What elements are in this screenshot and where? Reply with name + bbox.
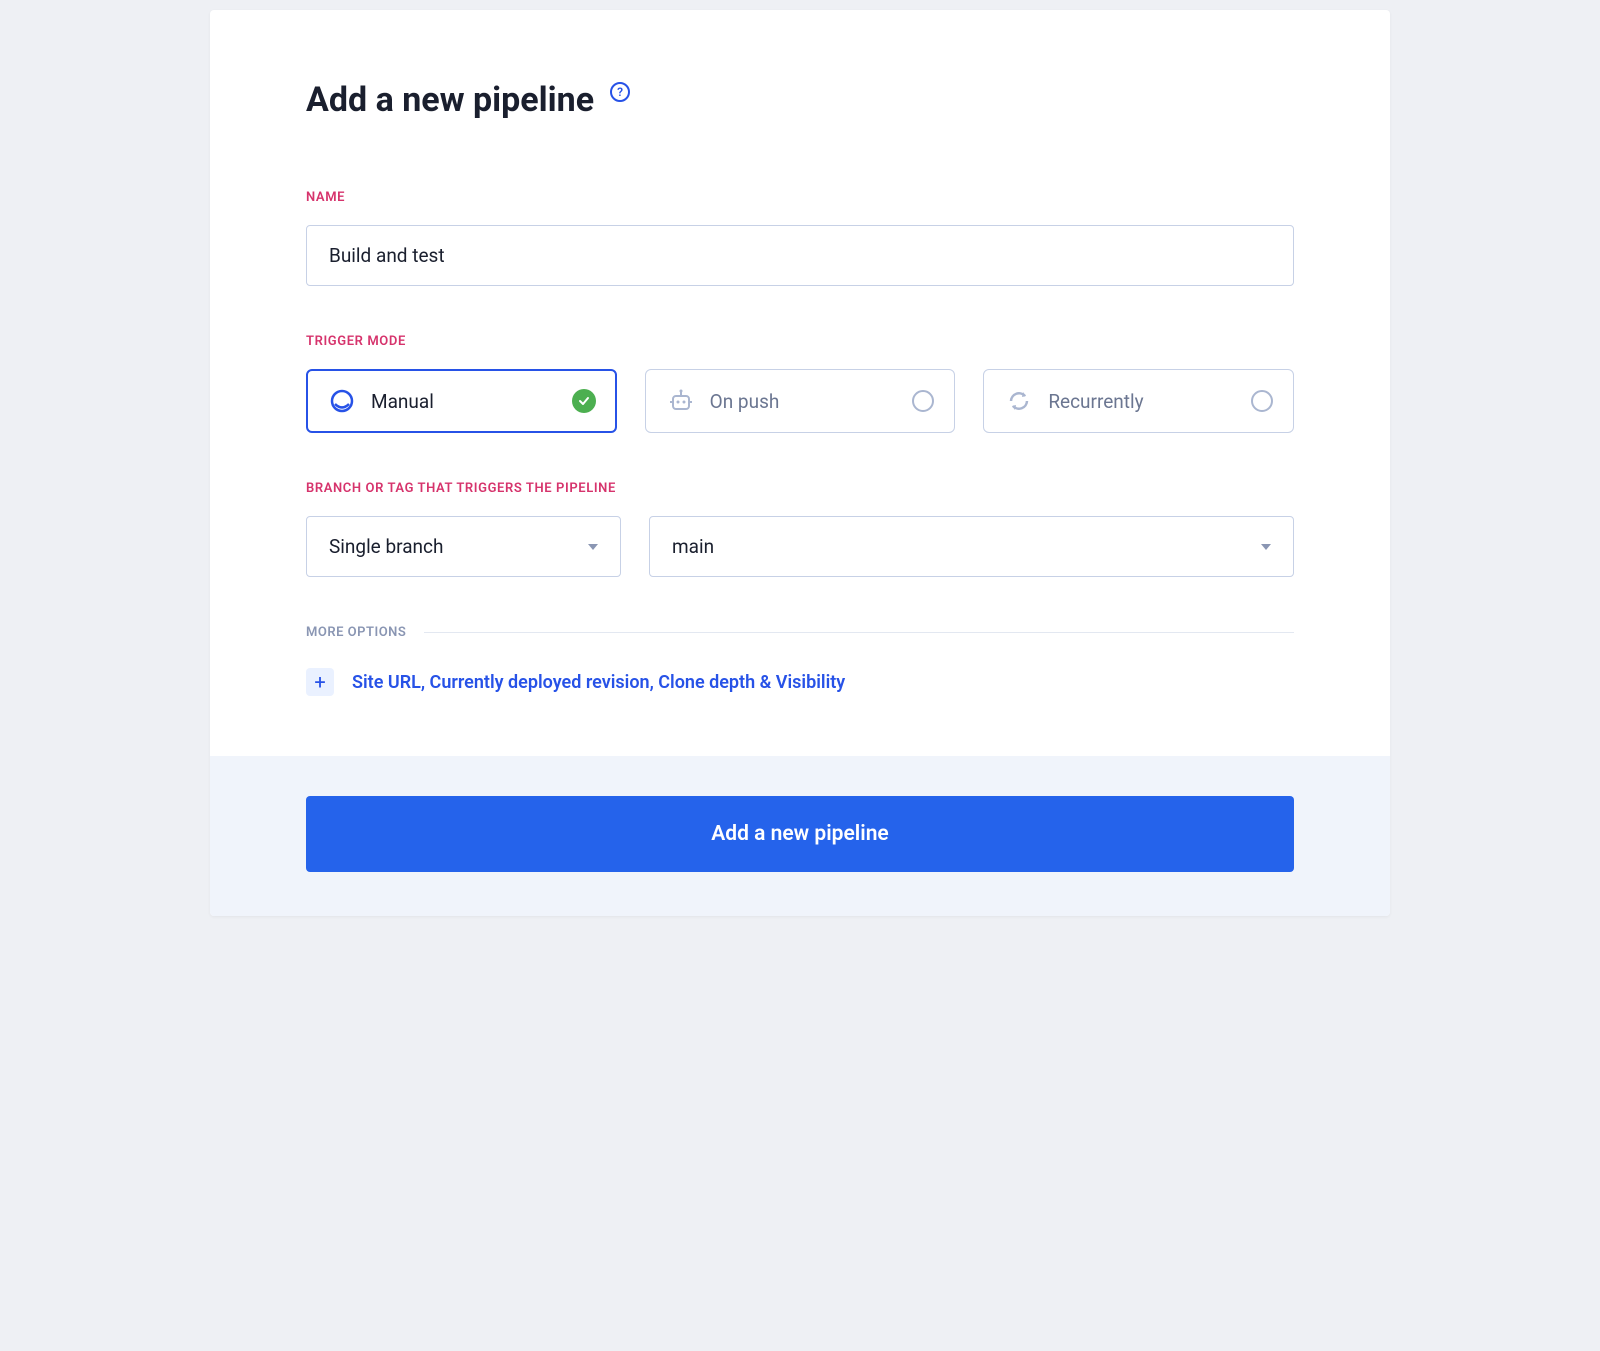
manual-icon <box>327 386 357 416</box>
trigger-mode-section: TRIGGER MODE Manual <box>306 334 1294 433</box>
radio-unchecked-icon <box>1251 390 1273 412</box>
robot-icon <box>666 386 696 416</box>
more-options-label: MORE OPTIONS <box>306 625 406 640</box>
sync-icon <box>1004 386 1034 416</box>
branch-scope-value: Single branch <box>329 535 443 558</box>
trigger-label-manual: Manual <box>371 390 558 413</box>
trigger-option-manual[interactable]: Manual <box>306 369 617 433</box>
radio-unchecked-icon <box>912 390 934 412</box>
trigger-label-recurrently: Recurrently <box>1048 390 1237 413</box>
chevron-down-icon <box>588 544 598 550</box>
branch-row: Single branch main <box>306 516 1294 577</box>
chevron-down-icon <box>1261 544 1271 550</box>
divider <box>424 632 1294 633</box>
trigger-mode-label: TRIGGER MODE <box>306 334 1294 349</box>
name-section: NAME <box>306 190 1294 286</box>
branch-name-select[interactable]: main <box>649 516 1294 577</box>
trigger-option-recurrently[interactable]: Recurrently <box>983 369 1294 433</box>
expand-more-options[interactable]: + Site URL, Currently deployed revision,… <box>306 668 1294 696</box>
trigger-label-on-push: On push <box>710 390 899 413</box>
check-icon <box>572 389 596 413</box>
branch-section: BRANCH OR TAG THAT TRIGGERS THE PIPELINE… <box>306 481 1294 577</box>
more-options-header: MORE OPTIONS <box>306 625 1294 640</box>
help-icon[interactable]: ? <box>610 82 630 102</box>
form-content: Add a new pipeline ? NAME TRIGGER MODE M… <box>210 10 1390 756</box>
expand-text: Site URL, Currently deployed revision, C… <box>352 672 845 693</box>
trigger-mode-grid: Manual <box>306 369 1294 433</box>
title-row: Add a new pipeline ? <box>306 80 1294 120</box>
branch-label: BRANCH OR TAG THAT TRIGGERS THE PIPELINE <box>306 481 1294 496</box>
trigger-option-on-push[interactable]: On push <box>645 369 956 433</box>
page-title: Add a new pipeline <box>306 80 594 120</box>
branch-scope-select[interactable]: Single branch <box>306 516 621 577</box>
submit-button[interactable]: Add a new pipeline <box>306 796 1294 872</box>
name-input[interactable] <box>306 225 1294 286</box>
name-label: NAME <box>306 190 1294 205</box>
plus-icon: + <box>306 668 334 696</box>
branch-name-value: main <box>672 535 714 558</box>
form-footer: Add a new pipeline <box>210 756 1390 916</box>
pipeline-form-card: Add a new pipeline ? NAME TRIGGER MODE M… <box>210 10 1390 916</box>
